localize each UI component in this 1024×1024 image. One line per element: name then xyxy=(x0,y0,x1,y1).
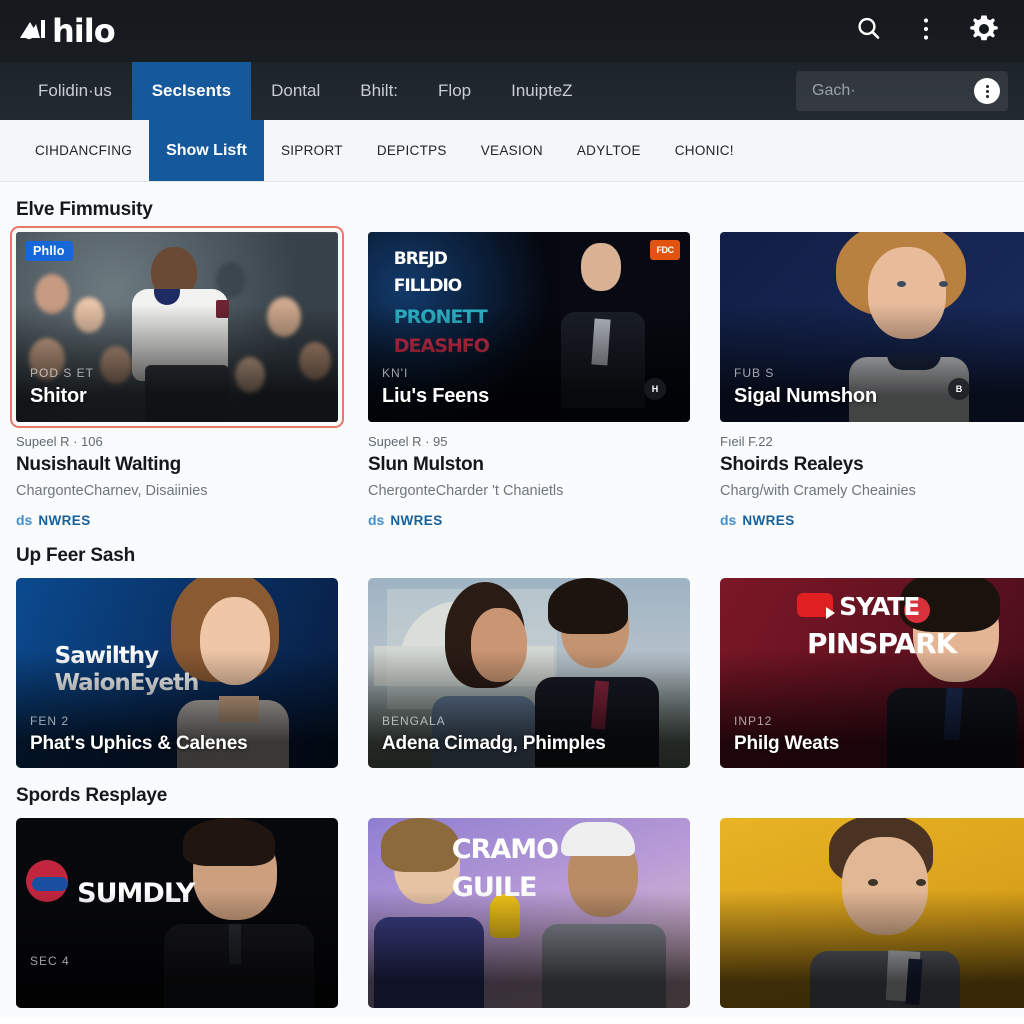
card-meta-subtitle: ChargonteCharnev, Disaiinies xyxy=(16,483,208,499)
thumbnail-gradient xyxy=(720,890,1024,1008)
network-logo-icon: ds xyxy=(720,512,737,528)
card-network-link[interactable]: ds NWRES xyxy=(720,512,1024,528)
kebab-menu-icon xyxy=(985,84,989,99)
card-overlay-kicker: INP12 xyxy=(734,714,773,728)
card-overlay-title: Shitor xyxy=(30,385,87,407)
card-thumbnail[interactable]: Phllo POD S ET Shitor xyxy=(10,226,344,428)
network-label: NWRES xyxy=(390,512,443,528)
card-overlay-kicker: SEC 4 xyxy=(30,954,70,968)
card-overlay-kicker: KN'I xyxy=(382,366,409,380)
card-meta-line: Supeel R · 106 xyxy=(16,434,103,449)
card-overlay-title: Philg Weats xyxy=(734,733,840,754)
primary-nav-item-5[interactable]: InuipteZ xyxy=(491,62,592,120)
secondary-nav-item-6[interactable]: CHONIC! xyxy=(658,120,751,181)
gear-icon[interactable] xyxy=(968,13,1000,50)
section-sports: Spords Resplaye SUMDLY SEC 4 xyxy=(0,768,1024,1008)
secondary-nav-item-2[interactable]: SIPRORT xyxy=(264,120,360,181)
card-badge: Phllo xyxy=(25,241,73,261)
card-row: SUMDLY SEC 4 CRAMO GUILE xyxy=(16,818,1024,1008)
primary-nav-item-4[interactable]: Flop xyxy=(418,62,491,120)
app-logo-text: hilo xyxy=(52,12,116,50)
wide-card[interactable]: BENGALA Adena Cimadg, Phimples xyxy=(368,578,690,768)
primary-nav-item-0[interactable]: Folidin·us xyxy=(18,62,132,120)
main-content: Elve Fimmusity Phllo POD S ET Shitor Sup… xyxy=(0,182,1024,1018)
search-field[interactable]: Gach· xyxy=(796,71,1008,111)
primary-nav-item-1[interactable]: SecIsents xyxy=(131,62,252,120)
thumbnail-gradient xyxy=(368,890,690,1008)
card-overlay-title: Adena Cimadg, Phimples xyxy=(382,733,606,754)
card-overlay-title: Liu's Feens xyxy=(382,385,490,407)
network-badge-icon: B xyxy=(948,378,970,400)
card-meta-subtitle: ChergonteCharder 't Chanietls xyxy=(368,483,564,499)
wide-card[interactable]: CRAMO GUILE xyxy=(368,818,690,1008)
card-meta: Fıeil F.22 Shoirds Realeys Charg/with Cr… xyxy=(720,422,1024,528)
card-meta: Supeel R · 95 Slun Mulston ChergonteChar… xyxy=(368,422,690,528)
card-overlay-kicker: FEN 2 xyxy=(30,714,70,728)
card-row: Phllo POD S ET Shitor Supeel R · 106 Nus… xyxy=(10,226,1024,528)
app-header: hilo xyxy=(0,0,1024,62)
primary-navigation: Folidin·us SecIsents Dontal Bhilt: Flop … xyxy=(0,62,1024,120)
card-art-text-line1: CRAMO xyxy=(451,834,559,865)
kebab-menu-icon[interactable] xyxy=(922,15,930,48)
search-input-placeholder[interactable]: Gach· xyxy=(812,82,974,100)
card-meta-title: Nusishault Walting xyxy=(16,454,181,475)
card-network-link[interactable]: ds NWRES xyxy=(16,512,338,528)
card-thumbnail[interactable]: BREJD FILLDIO PRONETT DEASHFO FDC KN'I L… xyxy=(368,232,690,422)
wide-card[interactable]: Sawilthy WaionEyeth FEN 2 Phat's Uphics … xyxy=(16,578,338,768)
card-network-link[interactable]: ds NWRES xyxy=(368,512,690,528)
philo-logo-mark-icon xyxy=(18,16,52,46)
secondary-nav-item-0[interactable]: CIHDANCFING xyxy=(18,120,149,181)
network-label: NWRES xyxy=(742,512,795,528)
section-upnext: Up Feer Sash Sawilthy WaionEyeth FEN 2 P… xyxy=(0,528,1024,768)
app-logo[interactable]: hilo xyxy=(18,11,116,51)
card-overlay-title: Sigal Numshon xyxy=(734,385,877,407)
header-actions xyxy=(854,13,1006,50)
secondary-nav-item-3[interactable]: DEPICTPS xyxy=(360,120,464,181)
card-overlay-kicker: BENGALA xyxy=(382,714,446,728)
network-badge-icon: H xyxy=(644,378,666,400)
card-meta: Supeel R · 106 Nusishault Walting Chargo… xyxy=(16,422,338,528)
secondary-nav-item-1[interactable]: Show Lisft xyxy=(149,120,264,181)
card-corner-tag: FDC xyxy=(650,240,680,260)
card-art-text-line1: SYATE xyxy=(839,592,920,622)
section-title: Spords Resplaye xyxy=(16,785,168,806)
card-thumbnail[interactable]: FUB S Sigal Numshon B xyxy=(720,232,1024,422)
card-overlay-kicker: FUB S xyxy=(734,366,775,380)
wide-card[interactable] xyxy=(720,818,1024,1008)
feature-card[interactable]: Phllo POD S ET Shitor Supeel R · 106 Nus… xyxy=(10,226,344,528)
thumbnail-gradient xyxy=(16,890,338,1008)
card-overlay-title: Phat's Uphics & Calenes xyxy=(30,733,248,754)
secondary-nav-item-4[interactable]: VEASION xyxy=(464,120,560,181)
primary-nav-item-2[interactable]: Dontal xyxy=(251,62,340,120)
card-meta-line: Supeel R · 95 xyxy=(368,434,448,449)
card-meta-line: Fıeil F.22 xyxy=(720,434,773,449)
feature-card[interactable]: FUB S Sigal Numshon B Fıeil F.22 Shoirds… xyxy=(720,232,1024,528)
primary-nav-items: Folidin·us SecIsents Dontal Bhilt: Flop … xyxy=(0,62,593,120)
feature-card[interactable]: BREJD FILLDIO PRONETT DEASHFO FDC KN'I L… xyxy=(368,232,690,528)
search-icon[interactable] xyxy=(854,14,884,49)
network-logo-icon: ds xyxy=(16,512,33,528)
card-meta-title: Slun Mulston xyxy=(368,454,484,475)
wide-card[interactable]: SYATE PINSPARK INP12 Philg Weats xyxy=(720,578,1024,768)
section-title: Up Feer Sash xyxy=(16,545,136,566)
card-meta-subtitle: Charg/with Cramely Cheainies xyxy=(720,483,916,499)
card-row: Sawilthy WaionEyeth FEN 2 Phat's Uphics … xyxy=(16,578,1024,768)
wide-card[interactable]: SUMDLY SEC 4 xyxy=(16,818,338,1008)
card-meta-title: Shoirds Realeys xyxy=(720,454,864,475)
search-options-button[interactable] xyxy=(974,78,1000,104)
secondary-navigation: CIHDANCFING Show Lisft SIPRORT DEPICTPS … xyxy=(0,120,1024,182)
section-title: Elve Fimmusity xyxy=(16,199,153,220)
network-label: NWRES xyxy=(38,512,91,528)
secondary-nav-item-5[interactable]: ADYLTOE xyxy=(560,120,658,181)
section-live: Elve Fimmusity Phllo POD S ET Shitor Sup… xyxy=(0,182,1024,528)
card-overlay-kicker: POD S ET xyxy=(30,366,95,380)
network-logo-icon: ds xyxy=(368,512,385,528)
primary-nav-item-3[interactable]: Bhilt: xyxy=(340,62,418,120)
